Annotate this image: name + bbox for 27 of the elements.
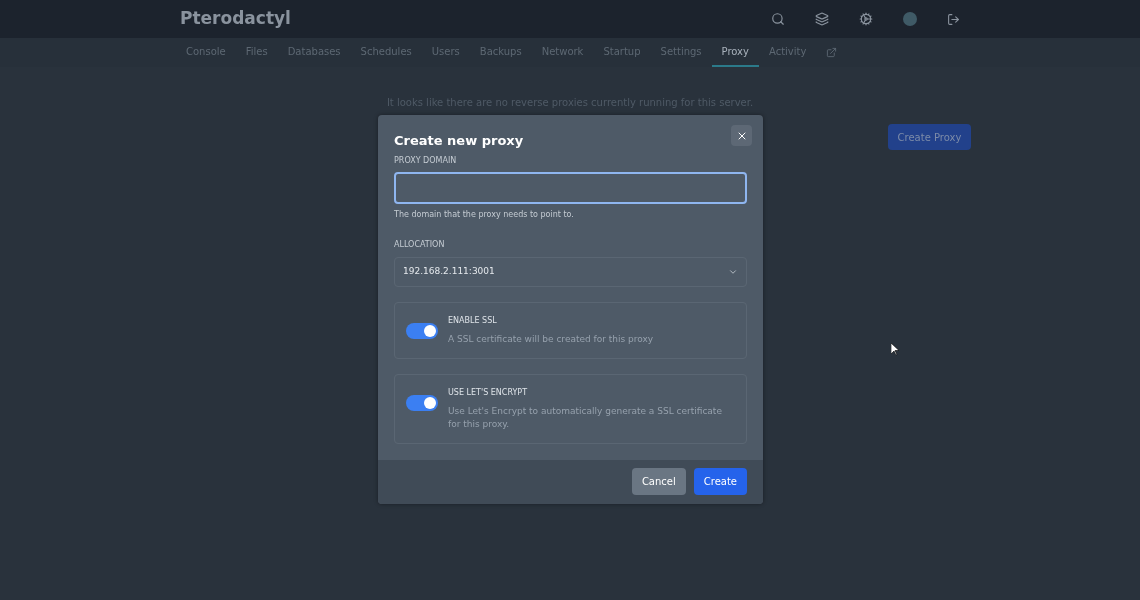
modal-title: Create new proxy [394,132,524,150]
nav-tab[interactable]: Files [235,38,278,67]
search-icon[interactable] [771,12,785,26]
domain-input[interactable] [394,171,747,204]
logout-icon[interactable] [947,12,960,26]
cancel-button[interactable]: Cancel [631,468,686,495]
cursor-icon [891,343,899,356]
nav-tab[interactable]: Backups [469,38,532,67]
toggle-switch[interactable] [406,394,438,411]
option-description: A SSL certificate will be created for this proxy [448,332,654,346]
toggle-switch[interactable] [406,322,438,339]
nav-tab[interactable]: Network [531,38,594,67]
close-button[interactable] [731,125,752,146]
option-description: Use Let's Encrypt to automatically generate a SSL certificate for this proxy. [448,404,723,431]
allocation-select[interactable]: 192.168.2.111:3001 [394,256,747,287]
nav-tab[interactable]: Activity [758,38,817,67]
brand-name: Pterodactyl [180,7,291,31]
create-button[interactable]: Create [693,468,747,495]
option-title: ENABLE SSL [448,314,498,327]
field-help: The domain that the proxy needs to point to. [394,208,575,221]
option-title: USE LET'S ENCRYPT [448,386,529,399]
nav-tab[interactable]: Proxy [711,38,759,67]
settings-icon[interactable] [859,12,873,26]
field-label: PROXY DOMAIN [394,154,458,167]
field-label: ALLOCATION [394,238,446,251]
layers-icon[interactable] [815,12,829,26]
create-proxy-button[interactable]: Create Proxy [888,124,971,150]
